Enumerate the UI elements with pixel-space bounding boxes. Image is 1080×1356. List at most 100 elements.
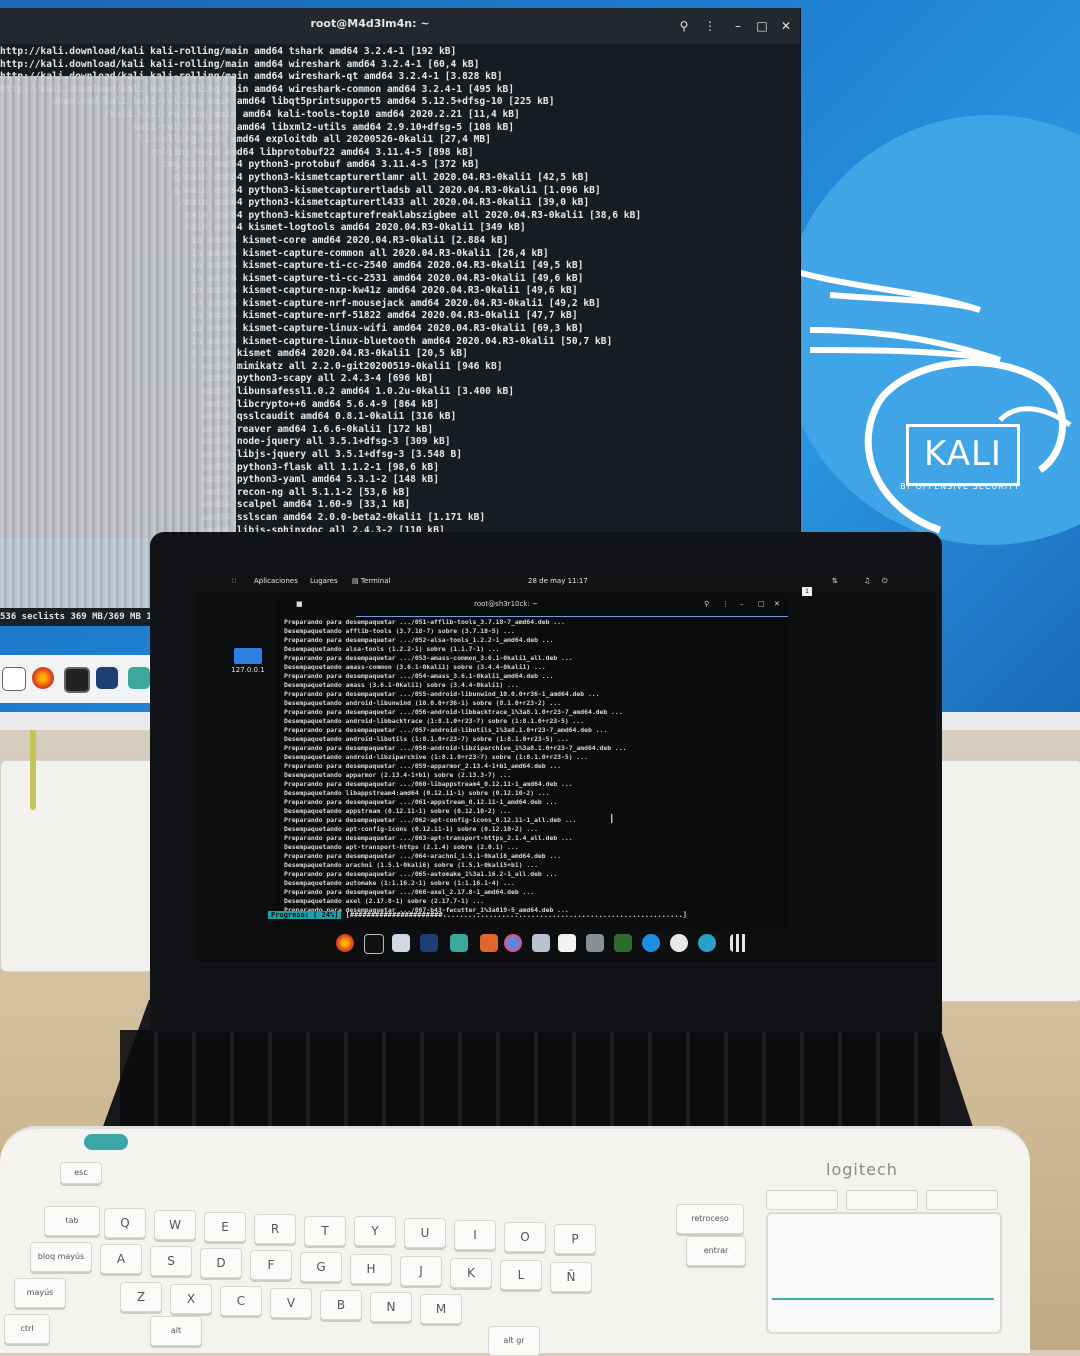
volume-icon[interactable]: ♫ [864,577,870,585]
hex-editor-icon[interactable] [614,934,632,952]
key-u[interactable]: U [404,1218,446,1248]
key-j[interactable]: J [400,1256,442,1286]
key-n[interactable]: N [370,1292,412,1322]
terminal-line: Preparando para desempaquetar .../056-an… [284,708,623,716]
workspace-indicator[interactable]: 1 [802,587,812,596]
touchpad[interactable] [766,1212,1002,1334]
touchpad-right-button[interactable] [926,1190,998,1210]
key-alt-gr[interactable]: alt gr [488,1326,540,1356]
key-w[interactable]: W [154,1210,196,1240]
terminal-line: Preparando para desempaquetar .../058-an… [284,744,627,752]
show-apps-icon[interactable] [730,934,748,952]
firefox-icon[interactable] [336,934,354,952]
chart-icon[interactable] [670,934,688,952]
minimize-icon[interactable]: – [740,600,744,608]
places-menu[interactable]: Lugares [310,577,338,585]
key-m[interactable]: M [420,1294,462,1324]
key-t[interactable]: T [304,1216,346,1246]
terminal-line: Preparando para desempaquetar .../059-ap… [284,762,562,770]
search-icon[interactable]: ⚲ [704,600,709,608]
menu-kebab-icon[interactable]: ⋮ [702,18,718,34]
maltego-icon[interactable] [450,934,468,952]
key-enter[interactable]: entrar [686,1236,746,1266]
minimize-icon[interactable]: – [730,18,746,34]
terminal-titlebar[interactable]: root@M4d3lm4n: ~ ⚲ ⋮ – □ ✕ [0,8,800,44]
terminal-line: Preparando para desempaquetar .../052-al… [284,636,554,644]
close-icon[interactable]: ✕ [774,600,780,608]
power-switch[interactable] [84,1134,128,1150]
terminal-icon[interactable] [364,934,384,954]
eye-icon[interactable] [698,934,716,952]
laptop-terminal-titlebar[interactable]: ■ root@sh3r10ck: ~ ⚲ ⋮ – □ ✕ [276,596,788,616]
key-c[interactable]: C [220,1286,262,1316]
menu-kebab-icon[interactable]: ⋮ [722,600,729,608]
key-g[interactable]: G [300,1252,342,1282]
key-shift-left[interactable]: mayús [14,1278,66,1308]
key-b[interactable]: B [320,1290,362,1320]
burpsuite-icon[interactable] [480,934,498,952]
laptop-terminal-output[interactable]: Preparando para desempaquetar .../051-af… [276,618,788,930]
key-a[interactable]: A [100,1244,142,1274]
clock[interactable]: 28 de may 11:17 [528,577,588,585]
key-l[interactable]: L [500,1260,542,1290]
terminal-line: Preparando para desempaquetar .../057-an… [284,726,608,734]
keyboard-brand: logitech [826,1160,898,1179]
settings-icon[interactable] [586,934,604,952]
key-h[interactable]: H [350,1254,392,1284]
tool-icon[interactable] [532,934,550,952]
key-d[interactable]: D [200,1248,242,1278]
files-icon[interactable] [2,667,26,691]
terminal-line: http://kali.download/kali kali-rolling/m… [0,46,457,57]
key-tab[interactable]: tab [44,1206,100,1236]
key-o[interactable]: O [504,1222,546,1252]
metasploit-icon[interactable] [420,934,438,952]
kali-logo-subtitle: BY OFFENSIVE SECURITY [900,482,1020,491]
touchpad-middle-button[interactable] [846,1190,918,1210]
key-r[interactable]: R [254,1214,296,1244]
desktop-folder-label[interactable]: 127.0.0.1 [226,666,270,674]
applications-menu[interactable]: Aplicaciones [254,577,298,585]
maximize-icon[interactable]: □ [758,600,765,608]
key-e[interactable]: E [204,1212,246,1242]
key-y[interactable]: Y [354,1216,396,1246]
power-icon[interactable]: ⏻ [882,577,888,586]
armitage-icon[interactable] [504,934,522,952]
firefox-icon[interactable] [32,667,54,689]
apps-grid-icon[interactable]: ∷ [232,577,236,585]
metasploit-icon[interactable] [96,667,118,689]
progress-label: Progreso: [ 24%] [268,911,342,919]
network-icon[interactable]: ⇅ [832,577,838,585]
laptop-dock [326,930,766,958]
key-caps-lock[interactable]: bloq mayús [30,1242,92,1272]
terminal-line: Desempaquetando amass (3.6.1-0kali1) sob… [284,681,519,689]
laptop-terminal-window[interactable]: ■ root@sh3r10ck: ~ ⚲ ⋮ – □ ✕ Preparando … [276,596,788,930]
maximize-icon[interactable]: □ [754,18,770,34]
terminal-icon[interactable] [64,667,90,693]
maltego-icon[interactable] [128,667,150,689]
touchpad-divider [772,1298,994,1300]
key-k[interactable]: K [450,1258,492,1288]
terminal-line: Desempaquetando libappstream4:amd64 (0.1… [284,789,550,797]
close-icon[interactable]: ✕ [778,18,794,34]
key-q[interactable]: Q [104,1208,146,1238]
key-p[interactable]: P [554,1224,596,1254]
network-tool-icon[interactable] [642,934,660,952]
key-f[interactable]: F [250,1250,292,1280]
key-ctrl[interactable]: ctrl [4,1314,50,1344]
key-z[interactable]: Z [120,1282,162,1312]
key-n-tilde[interactable]: Ñ [550,1262,592,1292]
key-esc[interactable]: esc [60,1162,102,1184]
document-icon[interactable] [558,934,576,952]
key-x[interactable]: X [170,1284,212,1314]
folder-icon[interactable] [234,648,262,664]
terminal-title: root@M4d3lm4n: ~ [310,17,430,30]
search-icon[interactable]: ⚲ [676,18,692,34]
key-s[interactable]: S [150,1246,192,1276]
key-v[interactable]: V [270,1288,312,1318]
key-i[interactable]: I [454,1220,496,1250]
key-backspace[interactable]: retroceso [676,1204,744,1234]
terminal-app-menu[interactable]: ▤ Terminal [352,577,390,585]
files-icon[interactable] [392,934,410,952]
touchpad-left-button[interactable] [766,1190,838,1210]
key-alt[interactable]: alt [150,1316,202,1346]
